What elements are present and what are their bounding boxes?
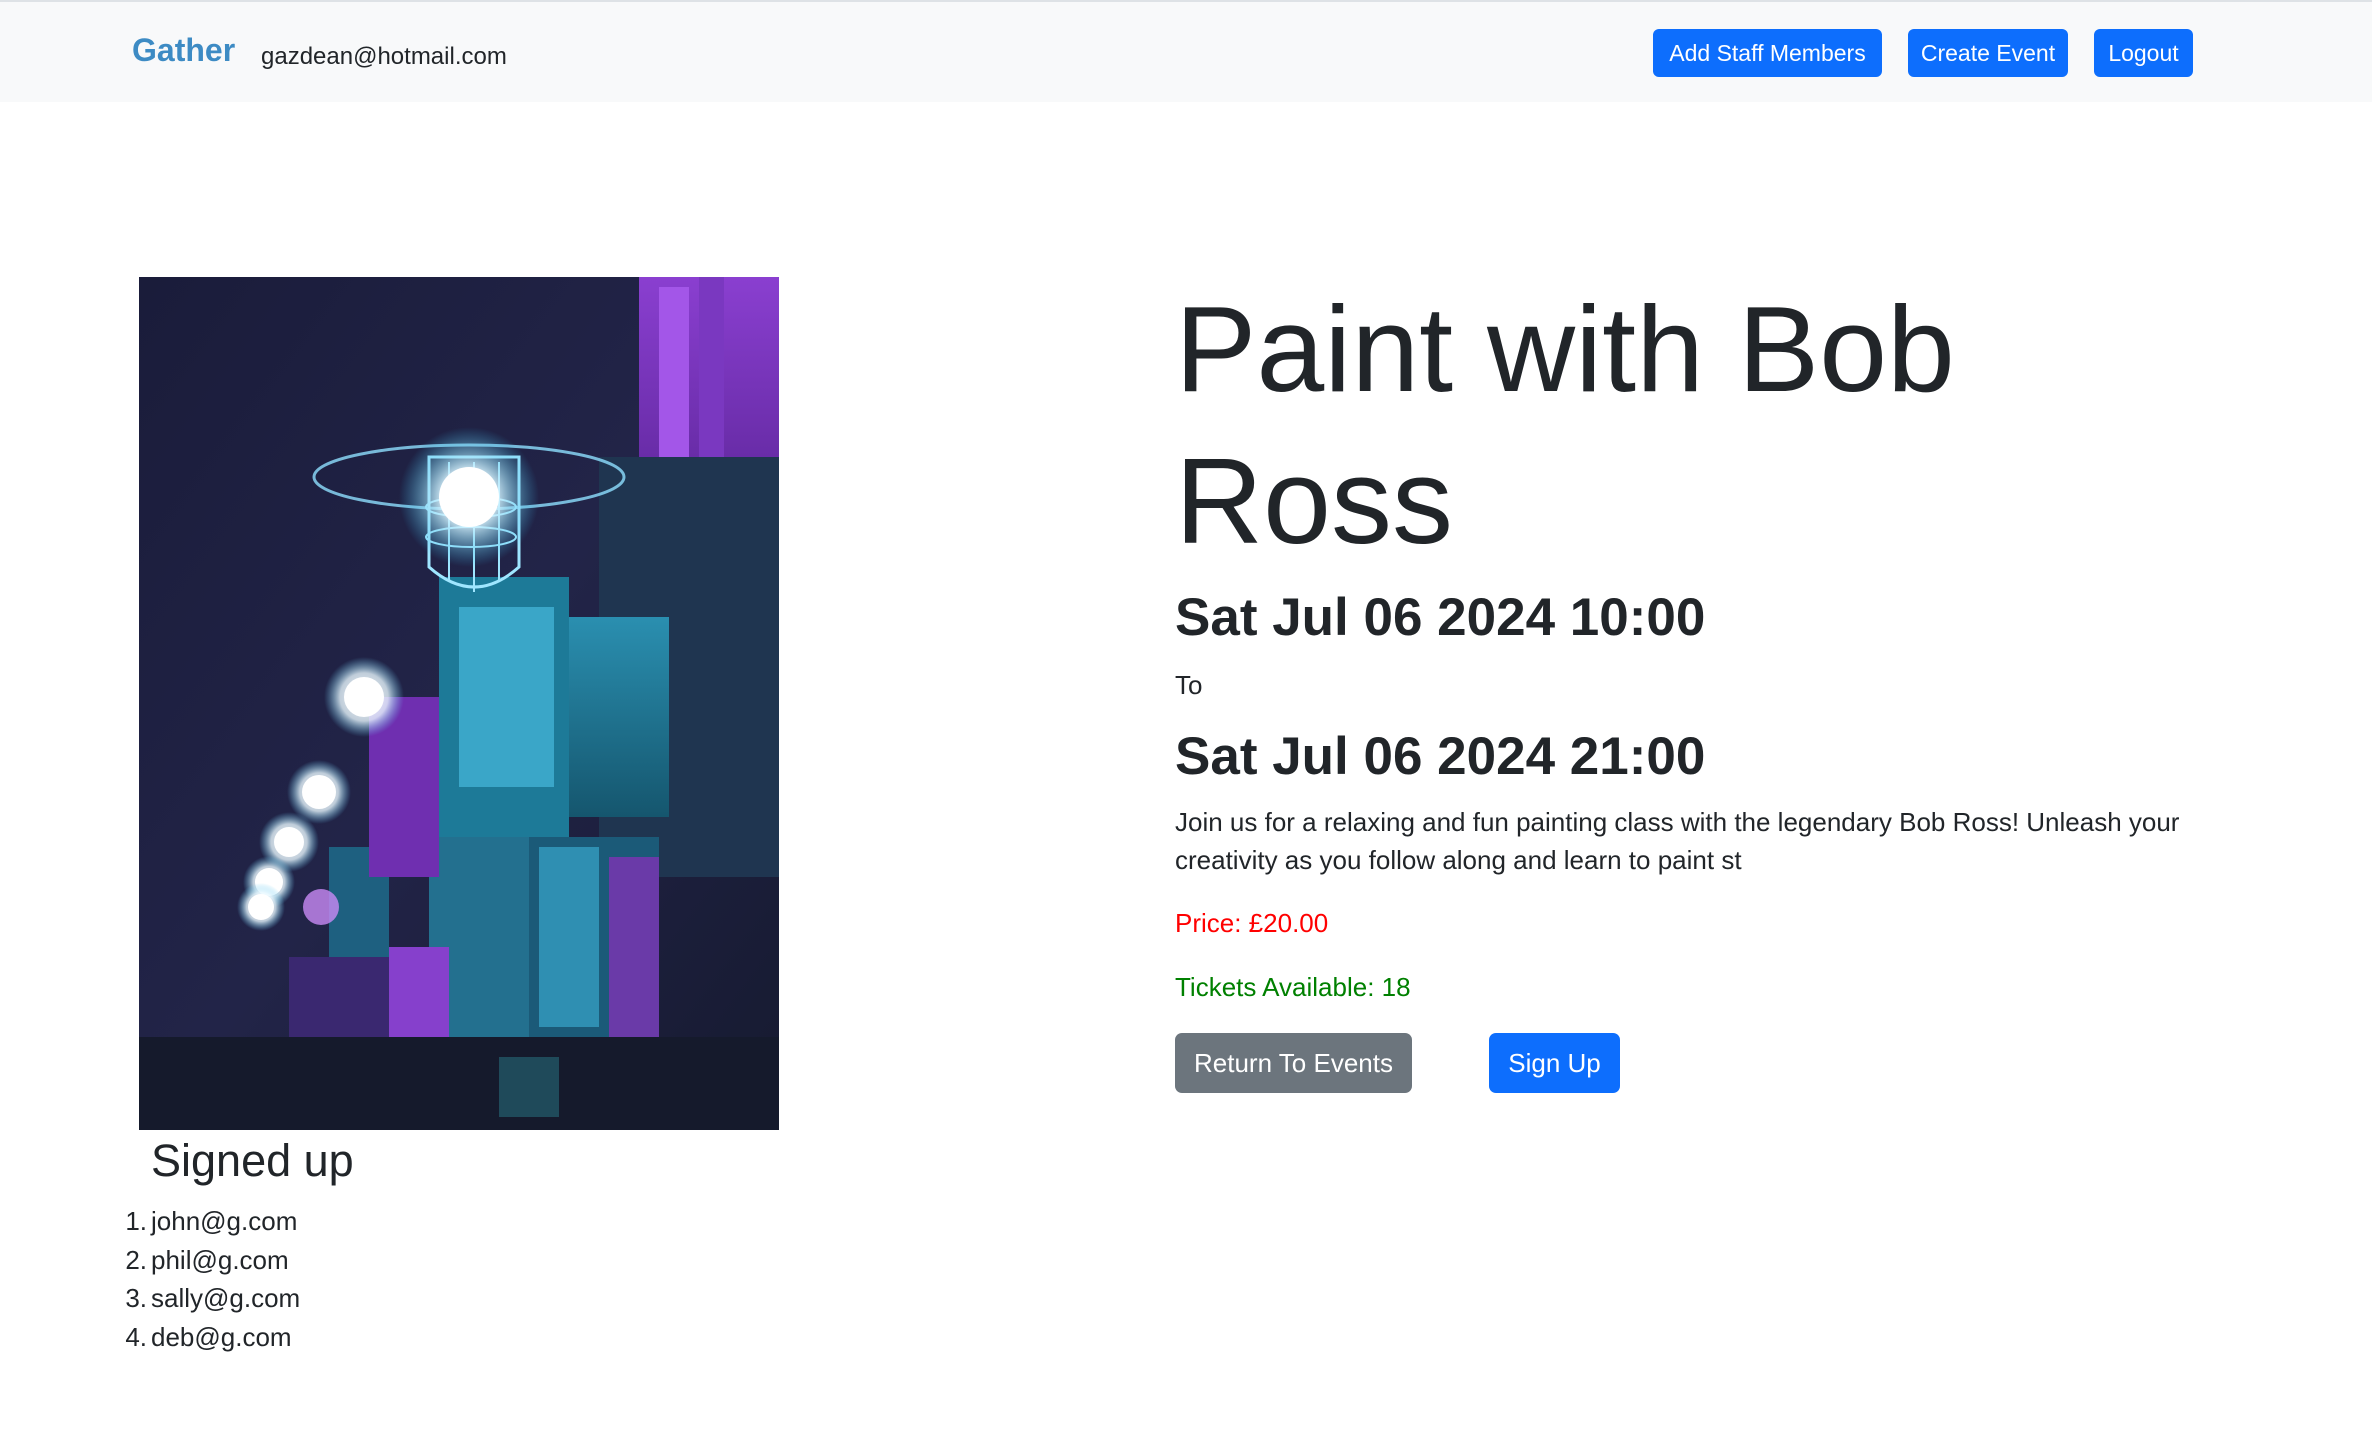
list-item: 4. deb@g.com: [125, 1321, 292, 1352]
create-event-button[interactable]: Create Event: [1908, 29, 2068, 77]
event-title: Paint with Bob Ross: [1175, 281, 1955, 569]
navbar: Gather gazdean@hotmail.com Add Staff Mem…: [0, 0, 2372, 102]
event-end-date: Sat Jul 06 2024 21:00: [1175, 727, 1706, 786]
event-image: [139, 277, 779, 1130]
signed-up-heading: Signed up: [151, 1135, 354, 1186]
sign-up-button[interactable]: Sign Up: [1489, 1033, 1620, 1093]
list-item: 2. phil@g.com: [125, 1244, 289, 1275]
event-price: Price: £20.00: [1175, 908, 1329, 938]
add-staff-members-button[interactable]: Add Staff Members: [1653, 29, 1882, 77]
list-item: 1. john@g.com: [125, 1206, 298, 1236]
attendee-email: phil@g.com: [151, 1244, 289, 1275]
logout-button[interactable]: Logout: [2094, 29, 2193, 77]
attendee-email: john@g.com: [151, 1206, 298, 1236]
user-email: gazdean@hotmail.com: [261, 43, 507, 70]
brand-logo[interactable]: Gather: [132, 32, 235, 69]
event-start-date: Sat Jul 06 2024 10:00: [1175, 588, 1706, 647]
attendee-email: sally@g.com: [151, 1283, 301, 1313]
return-to-events-button[interactable]: Return To Events: [1175, 1033, 1412, 1093]
list-item: 3. sally@g.com: [125, 1283, 301, 1313]
event-description: Join us for a relaxing and fun painting …: [1175, 807, 2180, 875]
tickets-available: Tickets Available: 18: [1175, 972, 1411, 1002]
to-label: To: [1175, 670, 1203, 700]
attendee-list: 1. john@g.com 2. phil@g.com 3. sally@g.com …: [125, 1202, 301, 1356]
attendee-email: deb@g.com: [151, 1321, 292, 1352]
